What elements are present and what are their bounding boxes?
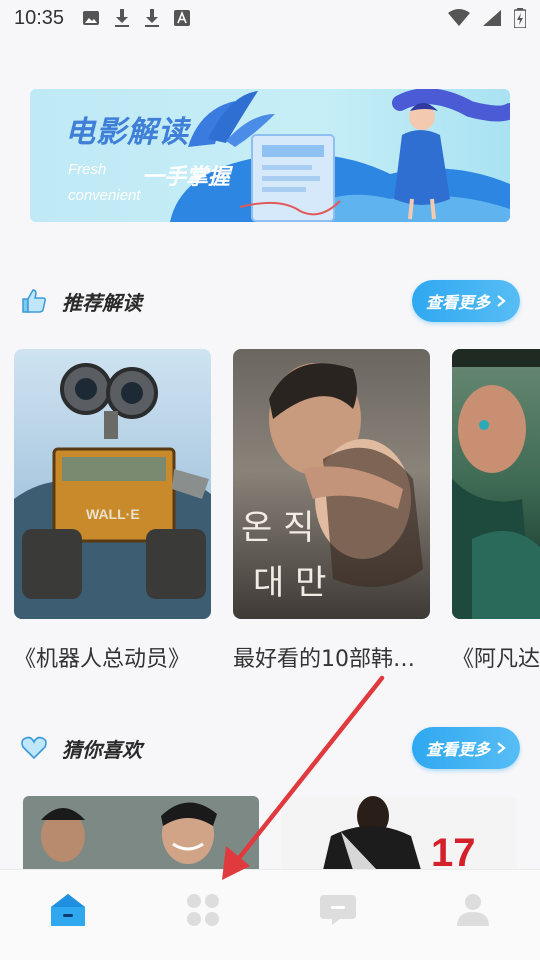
user-icon (456, 894, 489, 926)
tab-message[interactable] (270, 870, 405, 960)
home-icon (50, 894, 85, 926)
status-notification-icons (82, 8, 191, 28)
banner-subtitle-convenient: convenient (68, 187, 141, 204)
status-system-icons (448, 8, 526, 28)
tab-category[interactable] (135, 870, 270, 960)
chevron-right-icon (497, 742, 506, 754)
guess-movie-card[interactable] (23, 796, 259, 870)
movie-title: 《阿凡达》 (452, 647, 540, 672)
guess-section-header: 猜你喜欢 查看更多 (20, 726, 520, 770)
signal-icon (483, 10, 501, 26)
guess-more-button[interactable]: 查看更多 (412, 727, 520, 769)
recommend-movie-list: WALL·E 《机器人总动员》 온 직 대 만 最好看的10部韩国 《阿凡达 (14, 349, 540, 679)
download-icon (115, 9, 130, 27)
image-icon (83, 11, 100, 25)
movie-poster: 온 직 대 만 (233, 349, 430, 619)
status-bar: 10:35 (0, 0, 540, 36)
movie-title: 《机器人总动员》 (14, 647, 191, 672)
banner-title: 电影解读 (65, 115, 189, 150)
chat-icon (319, 895, 356, 925)
text-a-icon (174, 10, 191, 26)
tab-home[interactable] (0, 870, 135, 960)
chevron-right-icon (497, 295, 506, 307)
tab-profile[interactable] (405, 870, 540, 960)
movie-card[interactable]: 온 직 대 만 最好看的10部韩国电影 (233, 349, 430, 673)
battery-charging-icon (514, 8, 526, 28)
more-button-label: 查看更多 (425, 740, 490, 759)
guess-movie-list: 17 (23, 796, 517, 870)
svg-text:온 직: 온 직 (241, 508, 314, 548)
bottom-tab-bar (0, 869, 540, 960)
download-icon (145, 9, 160, 27)
movie-title: 最好看的10部韩国电影 (233, 647, 430, 672)
status-time: 10:35 (14, 6, 65, 29)
movie-poster (452, 349, 540, 619)
recommend-section-header: 推荐解读 查看更多 (20, 279, 520, 323)
grid-dots-icon (186, 894, 219, 926)
guess-movie-card[interactable]: 17 (281, 796, 517, 870)
app-screen: 10:35 电影解读 Fresh convenient 一手掌握 推荐解读 查看… (0, 0, 540, 960)
recommend-more-button[interactable]: 查看更多 (412, 280, 520, 322)
svg-text:17: 17 (431, 831, 476, 870)
movie-card[interactable]: 《阿凡达》 (452, 349, 540, 673)
recommend-section-title: 推荐解读 (62, 290, 142, 315)
promo-banner[interactable]: 电影解读 Fresh convenient 一手掌握 (30, 89, 510, 222)
banner-subtitle-fresh: Fresh (68, 161, 107, 178)
movie-poster: WALL·E (14, 349, 211, 619)
wifi-icon (448, 9, 470, 26)
movie-card[interactable]: WALL·E 《机器人总动员》 (14, 349, 211, 673)
more-button-label: 查看更多 (425, 293, 490, 312)
svg-text:WALL·E: WALL·E (86, 506, 140, 522)
svg-text:대 만: 대 만 (253, 563, 326, 603)
banner-slogan: 一手掌握 (142, 165, 231, 190)
thumbs-up-icon (20, 287, 48, 315)
guess-section-title: 猜你喜欢 (62, 737, 142, 762)
heart-icon (20, 734, 48, 762)
